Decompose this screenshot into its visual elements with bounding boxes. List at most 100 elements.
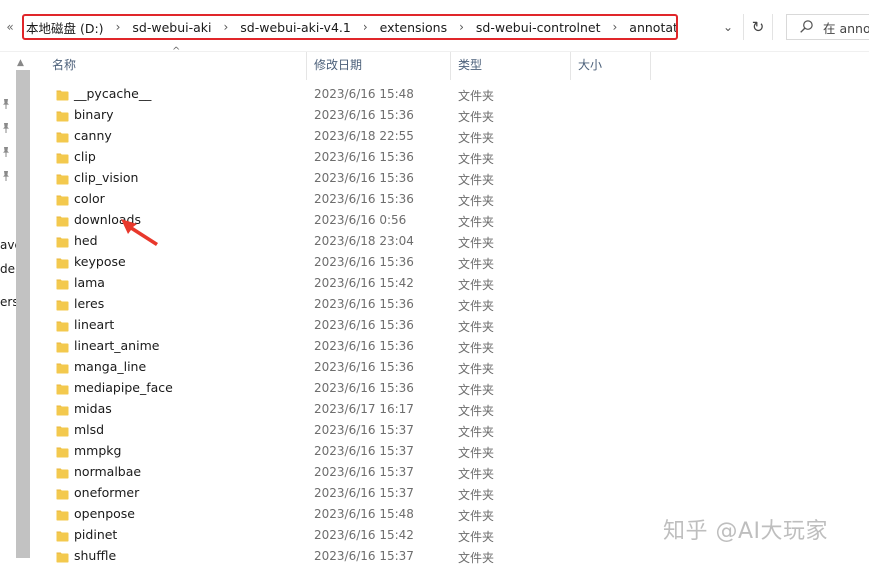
file-row[interactable]: __pycache__ 2023/6/16 15:48 文件夹	[44, 84, 544, 105]
file-name[interactable]: pidinet	[74, 527, 117, 542]
breadcrumb-item-sd-webui-aki-v4[interactable]: sd-webui-aki-v4.1	[238, 20, 353, 35]
file-name[interactable]: normalbae	[74, 464, 141, 479]
file-row[interactable]: mlsd 2023/6/16 15:37 文件夹	[44, 420, 544, 441]
file-name[interactable]: mediapipe_face	[74, 380, 173, 395]
file-date-modified: 2023/6/16 15:42	[314, 528, 414, 542]
file-name[interactable]: clip_vision	[74, 170, 138, 185]
breadcrumb-separator-icon[interactable]: ›	[353, 20, 378, 34]
file-row[interactable]: oneformer 2023/6/16 15:37 文件夹	[44, 483, 544, 504]
file-name[interactable]: midas	[74, 401, 112, 416]
file-row[interactable]: clip 2023/6/16 15:36 文件夹	[44, 147, 544, 168]
file-name[interactable]: oneformer	[74, 485, 139, 500]
address-history-dropdown-icon[interactable]: ⌄	[716, 14, 740, 40]
folder-icon	[56, 447, 69, 458]
file-name[interactable]: binary	[74, 107, 114, 122]
file-date-modified: 2023/6/16 15:37	[314, 444, 414, 458]
breadcrumb-separator-icon[interactable]: ›	[213, 20, 238, 34]
file-row[interactable]: normalbae 2023/6/16 15:37 文件夹	[44, 462, 544, 483]
folder-icon	[56, 342, 69, 353]
breadcrumb[interactable]: 本地磁盘 (D:) › sd-webui-aki › sd-webui-aki-…	[22, 14, 678, 40]
file-row[interactable]: midas 2023/6/17 16:17 文件夹	[44, 399, 544, 420]
file-name[interactable]: lineart_anime	[74, 338, 159, 353]
folder-icon	[56, 279, 69, 290]
search-input[interactable]: 在 annot	[786, 14, 869, 40]
file-row[interactable]: canny 2023/6/18 22:55 文件夹	[44, 126, 544, 147]
search-placeholder: 在 annot	[823, 20, 869, 36]
file-type: 文件夹	[458, 425, 495, 439]
file-row[interactable]: openpose 2023/6/16 15:48 文件夹	[44, 504, 544, 525]
file-row[interactable]: color 2023/6/16 15:36 文件夹	[44, 189, 544, 210]
column-divider[interactable]	[650, 52, 651, 80]
file-row[interactable]: mediapipe_face 2023/6/16 15:36 文件夹	[44, 378, 544, 399]
column-header-date-modified[interactable]: 修改日期	[306, 52, 450, 78]
file-type: 文件夹	[458, 446, 495, 460]
file-name[interactable]: color	[74, 191, 105, 206]
column-header-type[interactable]: 类型	[450, 52, 570, 78]
folder-icon	[56, 132, 69, 143]
file-row[interactable]: binary 2023/6/16 15:36 文件夹	[44, 105, 544, 126]
column-header-size[interactable]: 大小	[570, 52, 650, 78]
file-date-modified: 2023/6/17 16:17	[314, 402, 414, 416]
folder-icon	[56, 321, 69, 332]
file-type: 文件夹	[458, 551, 495, 564]
file-row[interactable]: manga_line 2023/6/16 15:36 文件夹	[44, 357, 544, 378]
file-type: 文件夹	[458, 89, 495, 103]
file-date-modified: 2023/6/18 22:55	[314, 129, 414, 143]
breadcrumb-item-extensions[interactable]: extensions	[378, 20, 449, 35]
file-name[interactable]: manga_line	[74, 359, 146, 374]
watermark: 知乎 @AI大玩家	[663, 519, 829, 544]
file-row[interactable]: lama 2023/6/16 15:42 文件夹	[44, 273, 544, 294]
file-row[interactable]: shuffle 2023/6/16 15:37 文件夹	[44, 546, 544, 564]
recent-locations-chevron-icon[interactable]: «	[2, 19, 18, 35]
file-type: 文件夹	[458, 110, 495, 124]
breadcrumb-item-drive[interactable]: 本地磁盘 (D:)	[24, 18, 106, 37]
file-type: 文件夹	[458, 341, 495, 355]
file-name[interactable]: lama	[74, 275, 105, 290]
file-name[interactable]: mmpkg	[74, 443, 121, 458]
file-date-modified: 2023/6/16 15:36	[314, 297, 414, 311]
file-name[interactable]: canny	[74, 128, 112, 143]
file-row[interactable]: mmpkg 2023/6/16 15:37 文件夹	[44, 441, 544, 462]
file-name[interactable]: leres	[74, 296, 104, 311]
nav-item-fragment[interactable]: de	[0, 262, 15, 276]
file-name[interactable]: hed	[74, 233, 98, 248]
breadcrumb-separator-icon[interactable]: ›	[106, 20, 131, 34]
folder-icon	[56, 468, 69, 479]
folder-icon	[56, 426, 69, 437]
file-date-modified: 2023/6/16 15:48	[314, 87, 414, 101]
nav-scrollbar[interactable]	[16, 70, 30, 558]
file-row[interactable]: lineart 2023/6/16 15:36 文件夹	[44, 315, 544, 336]
folder-icon	[56, 195, 69, 206]
breadcrumb-item-sd-webui-aki[interactable]: sd-webui-aki	[130, 20, 213, 35]
file-row[interactable]: lineart_anime 2023/6/16 15:36 文件夹	[44, 336, 544, 357]
file-name[interactable]: keypose	[74, 254, 126, 269]
file-type: 文件夹	[458, 257, 495, 271]
file-date-modified: 2023/6/16 15:36	[314, 339, 414, 353]
breadcrumb-item-annotator[interactable]: annotator	[627, 20, 676, 35]
file-date-modified: 2023/6/16 15:36	[314, 318, 414, 332]
file-type: 文件夹	[458, 320, 495, 334]
file-row[interactable]: leres 2023/6/16 15:36 文件夹	[44, 294, 544, 315]
file-type: 文件夹	[458, 236, 495, 250]
file-name[interactable]: __pycache__	[74, 86, 151, 101]
column-header-name[interactable]: 名称	[44, 52, 306, 78]
file-name[interactable]: clip	[74, 149, 96, 164]
file-date-modified: 2023/6/16 15:37	[314, 423, 414, 437]
file-name[interactable]: mlsd	[74, 422, 104, 437]
breadcrumb-separator-icon[interactable]: ›	[449, 20, 474, 34]
refresh-button[interactable]: ↻	[743, 14, 773, 40]
scroll-up-arrow-icon[interactable]: ▲	[17, 58, 24, 68]
folder-icon	[56, 300, 69, 311]
folder-icon	[56, 510, 69, 521]
file-row[interactable]: pidinet 2023/6/16 15:42 文件夹	[44, 525, 544, 546]
file-name[interactable]: lineart	[74, 317, 114, 332]
file-date-modified: 2023/6/16 15:36	[314, 171, 414, 185]
breadcrumb-separator-icon[interactable]: ›	[602, 20, 627, 34]
file-name[interactable]: shuffle	[74, 548, 116, 563]
file-name[interactable]: openpose	[74, 506, 135, 521]
file-row[interactable]: keypose 2023/6/16 15:36 文件夹	[44, 252, 544, 273]
folder-icon	[56, 153, 69, 164]
file-row[interactable]: clip_vision 2023/6/16 15:36 文件夹	[44, 168, 544, 189]
breadcrumb-item-controlnet[interactable]: sd-webui-controlnet	[474, 20, 603, 35]
file-type: 文件夹	[458, 299, 495, 313]
